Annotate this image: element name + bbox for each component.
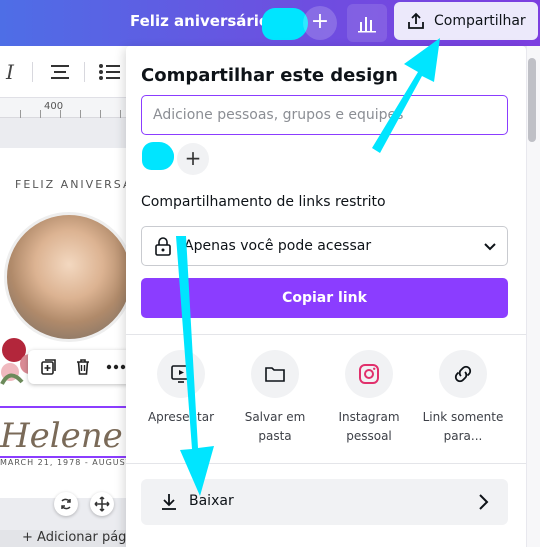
toolbar-divider xyxy=(84,62,85,82)
option-instagram[interactable]: Instagram pessoal xyxy=(324,350,414,446)
divider xyxy=(126,463,526,464)
selection-border-top xyxy=(0,406,128,408)
dates-text[interactable]: MARCH 21, 1978 - AUGUST xyxy=(0,458,132,467)
ruler-tick xyxy=(60,110,61,118)
add-collaborator-button[interactable]: + xyxy=(303,6,337,40)
ruler-tick xyxy=(80,110,81,118)
chevron-down-icon xyxy=(484,243,496,251)
download-button[interactable]: Baixar xyxy=(141,479,508,525)
link-access-value: Apenas você pode acessar xyxy=(184,238,372,254)
option-save-to-folder[interactable]: Salvar em pasta xyxy=(230,350,320,446)
bullet-list-icon[interactable] xyxy=(98,64,120,80)
bar-chart-icon xyxy=(358,17,376,33)
add-people-input[interactable] xyxy=(141,95,508,135)
share-button[interactable]: Compartilhar xyxy=(394,2,538,40)
duplicate-icon[interactable] xyxy=(40,358,58,376)
option-label: Link somente para... xyxy=(422,410,504,443)
link-icon xyxy=(454,365,472,383)
panel-scrollbar-thumb[interactable] xyxy=(528,58,536,142)
download-icon xyxy=(162,494,176,510)
more-options-icon[interactable] xyxy=(106,364,126,370)
top-bar: Feliz aniversário + Compartilhar xyxy=(0,0,540,46)
insights-button[interactable] xyxy=(347,4,387,42)
present-icon xyxy=(171,365,191,383)
link-access-select[interactable]: Apenas você pode acessar xyxy=(141,226,508,266)
chevron-right-icon xyxy=(479,494,489,510)
element-context-menu xyxy=(28,350,132,384)
trash-icon[interactable] xyxy=(74,358,92,376)
option-label: Salvar em pasta xyxy=(244,410,306,443)
folder-icon xyxy=(265,367,285,382)
share-button-label: Compartilhar xyxy=(434,13,526,29)
ruler-tick xyxy=(40,110,41,118)
add-page-button[interactable]: + Adicionar página xyxy=(0,530,130,547)
copy-link-button[interactable]: Copiar link xyxy=(141,278,508,318)
view-only-link-button[interactable] xyxy=(439,350,487,398)
text-toolbar: I xyxy=(0,46,130,98)
share-panel-title: Compartilhar este design xyxy=(141,65,398,86)
present-button[interactable] xyxy=(157,350,205,398)
instagram-icon xyxy=(359,364,379,384)
ruler-tick xyxy=(20,110,21,118)
design-canvas: FELIZ ANIVERSÁRIO Helene Pa MARCH 21, 19… xyxy=(0,118,175,547)
toolbar-divider xyxy=(32,62,33,82)
rotate-icon xyxy=(61,498,71,510)
link-sharing-label: Compartilhamento de links restrito xyxy=(141,194,386,210)
option-label: Apresentar xyxy=(147,410,215,424)
portrait-photo[interactable] xyxy=(4,212,134,342)
collaborator-avatar[interactable] xyxy=(142,142,174,170)
user-avatar[interactable] xyxy=(262,8,308,40)
share-panel: Compartilhar este design + Compartilhame… xyxy=(126,46,526,547)
option-view-only-link[interactable]: Link somente para... xyxy=(418,350,508,446)
upload-icon xyxy=(408,12,424,29)
ruler-tick xyxy=(100,110,101,118)
italic-button[interactable]: I xyxy=(6,60,14,84)
add-person-button[interactable]: + xyxy=(177,143,209,175)
move-handle[interactable] xyxy=(90,492,114,516)
option-label: Instagram pessoal xyxy=(338,410,400,443)
divider xyxy=(126,334,526,335)
instagram-button[interactable] xyxy=(345,350,393,398)
rotate-handle[interactable] xyxy=(54,492,78,516)
lock-icon xyxy=(155,237,171,256)
ruler-tick xyxy=(120,110,121,118)
option-present[interactable]: Apresentar xyxy=(136,350,226,427)
move-icon xyxy=(94,496,110,512)
download-label: Baixar xyxy=(189,493,234,509)
ruler: 400 xyxy=(0,98,130,118)
design-page[interactable]: FELIZ ANIVERSÁRIO Helene Pa MARCH 21, 19… xyxy=(0,148,175,498)
save-folder-button[interactable] xyxy=(251,350,299,398)
document-title[interactable]: Feliz aniversário xyxy=(130,12,269,30)
align-center-icon[interactable] xyxy=(50,64,70,80)
